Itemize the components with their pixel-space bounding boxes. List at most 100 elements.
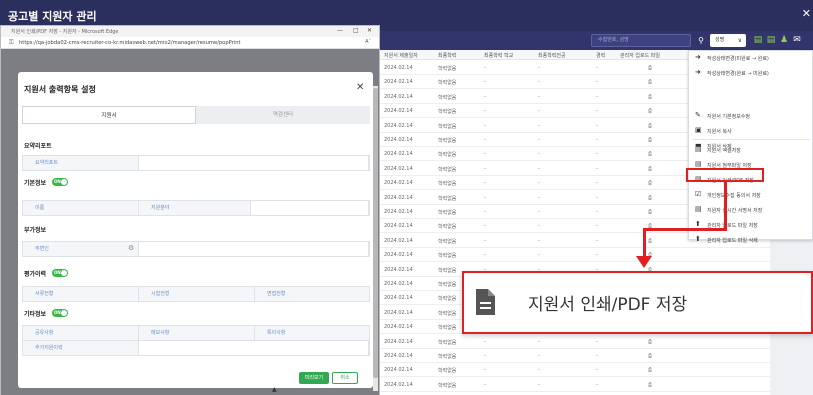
search-type-select[interactable]: 성명 ∨	[710, 34, 746, 47]
menu-item-label: 지원자 실시간 서명서 저장	[707, 208, 763, 214]
field-label[interactable]: 특이사항	[255, 326, 369, 340]
url-text[interactable]: https://qa-jobda02-cms-recruiter-co-kr.m…	[19, 40, 241, 46]
evaluation-toggle[interactable]: ON	[52, 269, 68, 277]
search-icon[interactable]: ⚲	[695, 34, 707, 47]
table-cell: 학력없음	[438, 310, 457, 317]
read-aloud-icon[interactable]: Aˆ	[365, 39, 371, 45]
column-header[interactable]: 최종학력 학교	[484, 52, 513, 59]
field-value[interactable]	[251, 201, 369, 215]
preview-button[interactable]: 미리보기	[299, 372, 329, 384]
field-label[interactable]: 요약리포트	[23, 156, 139, 170]
section-title-extra: 부가정보	[24, 227, 47, 234]
file-icon: ⎙	[648, 237, 653, 244]
menu-item[interactable]: ▣ 지원서 복사	[689, 124, 813, 138]
maximize-icon[interactable]: □	[353, 27, 359, 34]
table-cell: 학력없음	[438, 152, 457, 159]
table-cell: 학력없음	[438, 238, 457, 245]
field-label[interactable]: 메모사항	[139, 326, 255, 340]
field-value[interactable]	[139, 242, 369, 256]
table-cell: -	[596, 381, 598, 388]
field-label[interactable]: 공유사항	[23, 326, 139, 340]
chevron-down-icon: ∨	[737, 37, 742, 44]
toggle-knob	[61, 310, 67, 316]
column-header[interactable]: 경력	[596, 52, 605, 59]
document-icon[interactable]: ▤	[766, 34, 776, 46]
gear-icon[interactable]: ⚙	[128, 244, 134, 252]
other-info-toggle[interactable]: ON	[52, 309, 68, 317]
table-cell: 2024.02.14	[384, 194, 413, 201]
close-icon[interactable]: ✕	[367, 27, 372, 34]
menu-item[interactable]: ▤ 지원자 실시간 서명서 저장	[689, 203, 813, 217]
table-cell: -	[538, 381, 540, 388]
table-cell: -	[538, 137, 540, 143]
basic-info-toggle[interactable]: ON	[52, 178, 68, 186]
field-row: 주변인 ⚙	[22, 241, 370, 257]
table-cell: -	[538, 194, 540, 201]
window-title: 지원서 인쇄/PDF 저장 - 지원자 - Microsoft Edge	[11, 29, 119, 35]
section-title-summary: 요약리포트	[24, 143, 52, 150]
table-cell: 2024.02.14	[384, 180, 413, 187]
column-header[interactable]: 최종학력전공	[538, 52, 566, 59]
table-cell: 2024.02.14	[384, 165, 413, 172]
field-value[interactable]	[139, 341, 369, 355]
field-label[interactable]: 주변인	[23, 242, 139, 256]
scrollbar-thumb[interactable]	[373, 88, 378, 378]
context-menu: ➜ 작성상태변경(미완료 → 완료) ➜ 작성상태변경(완료 → 미완료) ✎ 지원서 기…	[688, 50, 813, 244]
address-bar[interactable]: ⚿ https://qa-jobda02-cms-recruiter-co-kr…	[1, 37, 379, 49]
field-value[interactable]	[139, 156, 369, 170]
field-label[interactable]: 서류전형	[23, 287, 139, 301]
table-cell: 2024.02.14	[384, 309, 413, 316]
table-cell: 2024.02.14	[384, 209, 413, 215]
table-row[interactable]: 2024.02.14학력없음---⎙	[380, 248, 770, 263]
field-label[interactable]: 시험전형	[139, 287, 255, 301]
table-row[interactable]: 2024.02.14학력없음---⎙	[380, 378, 770, 392]
column-header[interactable]: 관리자 업로드 파일	[620, 52, 660, 59]
table-cell: 2024.02.14	[384, 252, 413, 259]
search-type-value: 성명	[715, 37, 725, 43]
section-title-other: 기타정보	[24, 311, 47, 318]
table-cell: 학력없음	[438, 296, 457, 303]
table-cell: 학력없음	[438, 210, 457, 216]
menu-item[interactable]: ▤ 지원서 엑셀저장	[689, 143, 813, 157]
file-icon: ⎙	[648, 367, 653, 374]
menu-item[interactable]: ☑ 개인정보수집 동의서 저장	[689, 188, 813, 202]
table-cell: 2024.02.14	[384, 65, 413, 71]
table-cell: -	[596, 122, 598, 129]
app-close-icon[interactable]: ✕	[802, 7, 811, 20]
user-add-icon[interactable]: ♟	[779, 34, 789, 46]
file-icon: ⎙	[648, 194, 653, 201]
table-cell: -	[484, 122, 486, 129]
close-icon[interactable]: ✕	[356, 82, 364, 93]
column-header[interactable]: 최종학력	[438, 52, 456, 59]
table-row[interactable]: 2024.02.14학력없음---⎙	[380, 363, 770, 378]
excel-download-icon[interactable]: ▤	[753, 34, 763, 46]
field-label[interactable]: 면접전형	[255, 287, 369, 301]
table-cell: -	[538, 93, 540, 100]
table-cell: -	[538, 79, 540, 86]
scrollbar[interactable]	[373, 86, 378, 391]
menu-item[interactable]: ⬆ 관리자 업로드 파일 삭제	[689, 233, 813, 247]
minimize-icon[interactable]: —	[337, 27, 343, 34]
table-row[interactable]: 2024.02.14학력없음---⎙	[380, 349, 770, 363]
search-input[interactable]: 수험번호, 성명	[591, 34, 691, 47]
table-cell: -	[596, 338, 598, 345]
column-header[interactable]: 지원서 제출일자	[384, 52, 418, 59]
copy-icon: ▣	[695, 126, 702, 134]
table-cell: 2024.02.14	[384, 151, 413, 158]
field-label[interactable]: 이름	[23, 201, 139, 215]
tab-resume[interactable]: 지원서	[22, 106, 196, 124]
cancel-button[interactable]: 취소	[332, 372, 358, 384]
menu-item-label: 개인정보수집 동의서 저장	[707, 193, 761, 199]
menu-item[interactable]: ➜ 작성상태변경(완료 → 미완료)	[689, 66, 813, 80]
menu-item[interactable]: ✎ 지원서 기본정보수정	[689, 109, 813, 123]
section-title-evaluation: 평가이력	[24, 271, 47, 278]
tab-assessment-center[interactable]: 역검센터	[196, 106, 370, 124]
table-row[interactable]: 2024.02.14학력없음---⎙	[380, 335, 770, 349]
menu-item[interactable]: ➜ 작성상태변경(미완료 → 완료)	[689, 51, 813, 65]
mail-icon[interactable]: ✉	[792, 34, 802, 46]
table-cell: 학력없음	[438, 382, 457, 389]
menu-item-label: 지원서 엑셀저장	[707, 148, 741, 154]
field-label[interactable]: 추가지원이력	[23, 341, 139, 355]
field-label[interactable]: 지원분야	[139, 201, 251, 215]
table-cell: -	[538, 122, 540, 129]
